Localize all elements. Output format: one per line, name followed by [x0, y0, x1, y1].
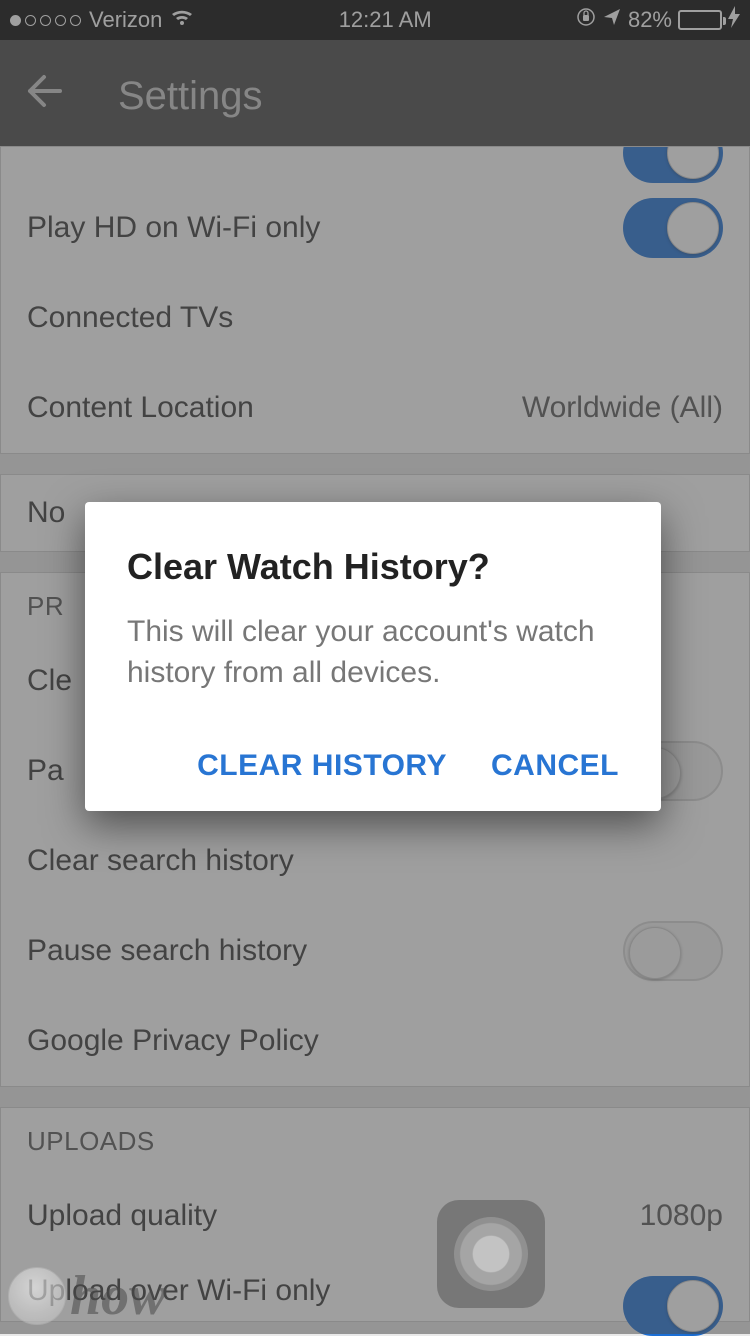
assistive-touch-button[interactable] [437, 1200, 545, 1308]
dialog-message: This will clear your account's watch his… [127, 612, 619, 693]
assistive-touch-icon [454, 1217, 528, 1291]
watermark: how [8, 1264, 167, 1328]
dialog-actions: CLEAR HISTORY CANCEL [127, 749, 619, 783]
lightbulb-icon [8, 1267, 66, 1325]
clear-history-button[interactable]: CLEAR HISTORY [197, 749, 447, 783]
dialog-title: Clear Watch History? [127, 546, 619, 588]
watermark-text: how [70, 1264, 167, 1328]
clear-watch-history-dialog: Clear Watch History? This will clear you… [85, 502, 661, 811]
cancel-button[interactable]: CANCEL [491, 749, 619, 783]
